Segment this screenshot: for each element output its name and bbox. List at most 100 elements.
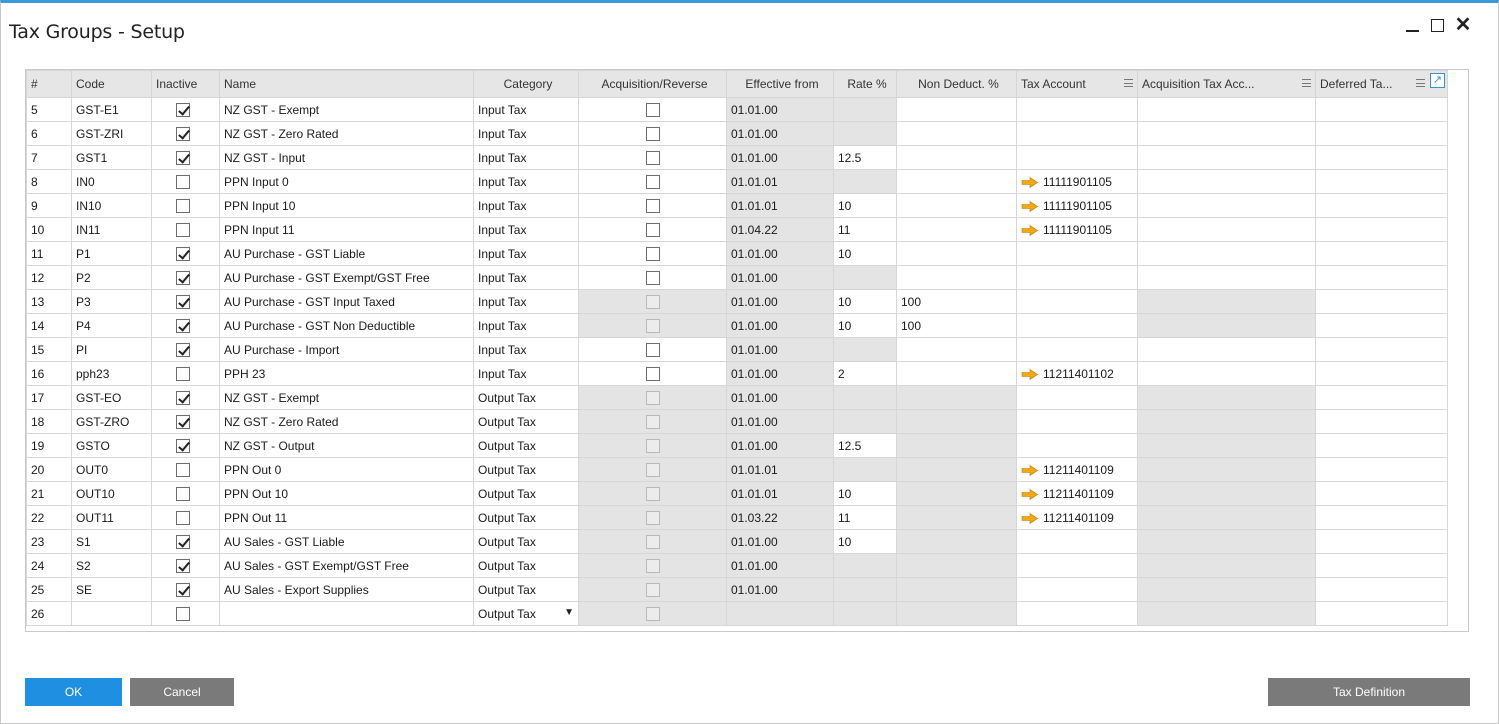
tax-account-cell[interactable]: 11211401109	[1016, 481, 1138, 506]
name-cell[interactable]: NZ GST - Input	[219, 145, 474, 170]
name-cell[interactable]: AU Purchase - Import	[219, 337, 474, 362]
acq-reverse-checkbox[interactable]	[645, 246, 660, 261]
inactive-cell[interactable]	[151, 361, 220, 386]
code-cell[interactable]: P3	[71, 289, 152, 314]
rate-cell[interactable]: 10	[833, 193, 897, 218]
rate-cell[interactable]: 10	[833, 241, 897, 266]
column-menu-icon[interactable]	[1302, 79, 1311, 87]
deferred-tax-cell[interactable]	[1315, 481, 1448, 506]
non-deduct-cell[interactable]	[896, 265, 1017, 290]
inactive-checkbox[interactable]	[176, 246, 190, 261]
deferred-tax-cell[interactable]	[1315, 553, 1448, 578]
tax-account-cell[interactable]: 11111901105	[1016, 169, 1138, 194]
col-non-deduct-header[interactable]: Non Deduct. %	[896, 70, 1017, 98]
acq-reverse-cell[interactable]	[578, 217, 727, 242]
acq-tax-account-cell[interactable]	[1137, 121, 1316, 146]
rate-cell[interactable]: 10	[833, 529, 897, 554]
col-rate-header[interactable]: Rate %	[833, 70, 897, 98]
dropdown-arrow-icon[interactable]: ▼	[564, 607, 574, 618]
non-deduct-cell[interactable]: 100	[896, 289, 1017, 314]
code-cell[interactable]: S2	[71, 553, 152, 578]
table-row[interactable]: 26 Output Tax ▼	[26, 601, 1448, 626]
table-row[interactable]: 10 IN11 PPN Input 11 Input Tax 01.04.22 11 111…	[26, 217, 1448, 242]
code-cell[interactable]: GST-E1	[71, 97, 152, 122]
acq-reverse-cell[interactable]	[578, 193, 727, 218]
name-cell[interactable]: NZ GST - Exempt	[219, 97, 474, 122]
tax-account-cell[interactable]	[1016, 553, 1138, 578]
table-row[interactable]: 23 S1 AU Sales - GST Liable Output Tax 01.01…	[26, 529, 1448, 554]
tax-account-cell[interactable]	[1016, 145, 1138, 170]
link-arrow-icon[interactable]	[1021, 368, 1039, 380]
category-cell[interactable]: Input Tax	[473, 289, 579, 314]
deferred-tax-cell[interactable]	[1315, 265, 1448, 290]
inactive-checkbox[interactable]	[176, 294, 190, 309]
acq-reverse-checkbox[interactable]	[645, 366, 660, 381]
inactive-cell[interactable]	[151, 553, 220, 578]
col-name-header[interactable]: Name	[219, 70, 474, 98]
table-row[interactable]: 5 GST-E1 NZ GST - Exempt Input Tax 01.01.00	[26, 97, 1448, 122]
code-cell[interactable]: IN10	[71, 193, 152, 218]
non-deduct-cell[interactable]	[896, 217, 1017, 242]
code-cell[interactable]: GST-EO	[71, 385, 152, 410]
category-cell[interactable]: Output Tax	[473, 577, 579, 602]
deferred-tax-cell[interactable]	[1315, 385, 1448, 410]
acq-reverse-cell[interactable]	[578, 337, 727, 362]
inactive-cell[interactable]	[151, 97, 220, 122]
inactive-checkbox[interactable]	[176, 438, 190, 453]
name-cell[interactable]: NZ GST - Output	[219, 433, 474, 458]
acq-reverse-cell[interactable]	[578, 241, 727, 266]
tax-account-cell[interactable]	[1016, 529, 1138, 554]
link-arrow-icon[interactable]	[1021, 464, 1039, 476]
deferred-tax-cell[interactable]	[1315, 169, 1448, 194]
col-inactive-header[interactable]: Inactive	[151, 70, 220, 98]
inactive-cell[interactable]	[151, 121, 220, 146]
name-cell[interactable]: AU Sales - GST Liable	[219, 529, 474, 554]
name-cell[interactable]: AU Purchase - GST Exempt/GST Free	[219, 265, 474, 290]
name-cell[interactable]: NZ GST - Exempt	[219, 385, 474, 410]
inactive-checkbox[interactable]	[176, 558, 190, 573]
name-cell[interactable]: AU Purchase - GST Liable	[219, 241, 474, 266]
non-deduct-cell[interactable]	[896, 97, 1017, 122]
inactive-checkbox[interactable]	[176, 222, 190, 237]
acq-tax-account-cell[interactable]	[1137, 361, 1316, 386]
code-cell[interactable]: SE	[71, 577, 152, 602]
cancel-button[interactable]: Cancel	[130, 678, 234, 706]
ok-button[interactable]: OK	[25, 678, 122, 706]
inactive-cell[interactable]	[151, 265, 220, 290]
tax-account-cell[interactable]: 11111901105	[1016, 193, 1138, 218]
inactive-checkbox[interactable]	[176, 534, 190, 549]
table-row[interactable]: 21 OUT10 PPN Out 10 Output Tax 01.01.01 10 112…	[26, 481, 1448, 506]
acq-tax-account-cell[interactable]	[1137, 97, 1316, 122]
non-deduct-cell[interactable]	[896, 193, 1017, 218]
table-row[interactable]: 9 IN10 PPN Input 10 Input Tax 01.01.01 10 1111…	[26, 193, 1448, 218]
deferred-tax-cell[interactable]	[1315, 529, 1448, 554]
tax-account-cell[interactable]: 11211401102	[1016, 361, 1138, 386]
col-effective-from-header[interactable]: Effective from	[726, 70, 834, 98]
rate-cell[interactable]: 11	[833, 217, 897, 242]
non-deduct-cell[interactable]	[896, 145, 1017, 170]
acq-tax-account-cell[interactable]	[1137, 265, 1316, 290]
col-code-header[interactable]: Code	[71, 70, 152, 98]
acq-tax-account-cell[interactable]	[1137, 217, 1316, 242]
code-cell[interactable]: P4	[71, 313, 152, 338]
inactive-checkbox[interactable]	[176, 270, 190, 285]
acq-reverse-checkbox[interactable]	[645, 222, 660, 237]
acq-tax-account-cell[interactable]	[1137, 241, 1316, 266]
name-cell[interactable]: AU Purchase - GST Input Taxed	[219, 289, 474, 314]
inactive-checkbox[interactable]	[176, 126, 190, 141]
category-cell[interactable]: Input Tax	[473, 217, 579, 242]
table-row[interactable]: 8 IN0 PPN Input 0 Input Tax 01.01.01 11111901…	[26, 169, 1448, 194]
tax-account-cell[interactable]	[1016, 97, 1138, 122]
tax-account-cell[interactable]: 11211401109	[1016, 457, 1138, 482]
tax-account-cell[interactable]	[1016, 289, 1138, 314]
table-row[interactable]: 18 GST-ZRO NZ GST - Zero Rated Output Tax 01…	[26, 409, 1448, 434]
maximize-icon[interactable]	[1426, 14, 1448, 36]
acq-reverse-cell[interactable]	[578, 145, 727, 170]
non-deduct-cell[interactable]	[896, 241, 1017, 266]
inactive-cell[interactable]	[151, 481, 220, 506]
inactive-checkbox[interactable]	[176, 102, 190, 117]
name-cell[interactable]: PPH 23	[219, 361, 474, 386]
tax-account-cell[interactable]: 11111901105	[1016, 217, 1138, 242]
deferred-tax-cell[interactable]	[1315, 313, 1448, 338]
inactive-checkbox[interactable]	[176, 318, 190, 333]
